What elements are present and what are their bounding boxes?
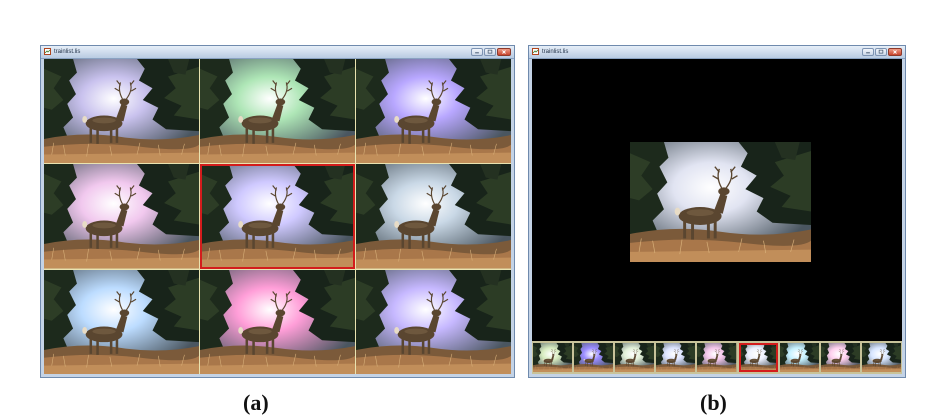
thumbnail-item[interactable] <box>615 343 654 372</box>
image-grid <box>44 59 511 374</box>
thumbnail-item[interactable] <box>780 343 819 372</box>
close-icon <box>498 49 510 55</box>
grid-image-cell[interactable] <box>356 164 511 268</box>
close-button[interactable] <box>888 48 902 56</box>
thumbnail-item[interactable] <box>821 343 860 372</box>
deer-photo <box>200 59 355 163</box>
deer-photo <box>44 270 199 374</box>
deer-photo <box>533 343 572 372</box>
caption-a: (a) <box>243 391 269 415</box>
maximize-button[interactable] <box>484 48 496 56</box>
maximize-button[interactable] <box>875 48 887 56</box>
grid-image-cell[interactable] <box>356 59 511 163</box>
deer-photo <box>200 270 355 374</box>
window-single-view: trainlist.lis <box>528 45 906 378</box>
close-icon <box>889 49 901 55</box>
grid-image-cell[interactable] <box>200 270 355 374</box>
deer-photo <box>656 343 695 372</box>
window-grid-view: trainlist.lis <box>40 45 515 378</box>
deer-photo <box>356 59 511 163</box>
client-area <box>44 59 511 374</box>
deer-photo <box>697 343 736 372</box>
deer-photo <box>739 343 778 372</box>
deer-photo <box>44 164 199 268</box>
thumbnail-item[interactable] <box>739 343 778 372</box>
main-image <box>630 142 811 262</box>
grid-image-cell[interactable] <box>200 164 355 268</box>
deer-photo <box>200 164 355 268</box>
image-file-icon <box>44 48 51 55</box>
minimize-icon <box>863 49 873 55</box>
title-bar[interactable]: trainlist.lis <box>41 46 514 59</box>
minimize-button[interactable] <box>471 48 483 56</box>
minimize-icon <box>472 49 482 55</box>
deer-photo <box>574 343 613 372</box>
close-button[interactable] <box>497 48 511 56</box>
caption-b: (b) <box>700 391 727 415</box>
thumbnail-strip <box>532 341 902 374</box>
client-area <box>532 59 902 374</box>
thumbnail-item[interactable] <box>656 343 695 372</box>
thumbnail-item[interactable] <box>862 343 901 372</box>
deer-photo <box>44 59 199 163</box>
deer-photo <box>615 343 654 372</box>
window-title: trainlist.lis <box>542 47 568 57</box>
deer-photo <box>780 343 819 372</box>
thumbnail-item[interactable] <box>574 343 613 372</box>
deer-photo <box>630 142 811 262</box>
minimize-button[interactable] <box>862 48 874 56</box>
grid-image-cell[interactable] <box>44 270 199 374</box>
thumbnail-item[interactable] <box>533 343 572 372</box>
deer-photo <box>356 270 511 374</box>
grid-image-cell[interactable] <box>44 164 199 268</box>
grid-image-cell[interactable] <box>44 59 199 163</box>
title-bar[interactable]: trainlist.lis <box>529 46 905 59</box>
deer-photo <box>356 164 511 268</box>
deer-photo <box>821 343 860 372</box>
window-title: trainlist.lis <box>54 47 80 57</box>
thumbnail-item[interactable] <box>697 343 736 372</box>
grid-image-cell[interactable] <box>200 59 355 163</box>
maximize-icon <box>485 49 495 55</box>
image-file-icon <box>532 48 539 55</box>
deer-photo <box>862 343 901 372</box>
maximize-icon <box>876 49 886 55</box>
grid-image-cell[interactable] <box>356 270 511 374</box>
